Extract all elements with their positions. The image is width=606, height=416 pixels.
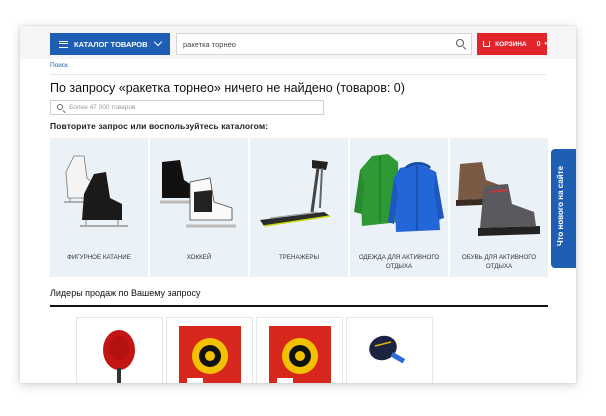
category-label: Хоккей <box>186 254 212 261</box>
figure-skates-image <box>64 155 128 227</box>
category-label: Тренажеры <box>278 254 320 261</box>
page-title: По запросу «ракетка торнео» ничего не на… <box>50 81 405 95</box>
product-card[interactable] <box>166 317 253 383</box>
divider <box>50 305 548 307</box>
catalog-button[interactable]: КАТАЛОГ ТОВАРОВ <box>50 33 170 55</box>
jackets-image <box>354 154 444 232</box>
search-icon[interactable] <box>456 39 464 47</box>
treadmill-image <box>260 160 331 227</box>
category-outdoor-clothing[interactable]: Одежда для активного отдыха <box>350 138 448 277</box>
whats-new-label: Что нового на сайте <box>556 165 565 247</box>
product-card[interactable] <box>76 317 163 383</box>
breadcrumb[interactable]: Поиск <box>50 62 68 69</box>
racket-rubber-pack-image <box>269 326 331 383</box>
results-search-placeholder: Более 47 000 товаров <box>69 104 136 111</box>
category-outdoor-footwear[interactable]: Обувь для активного отдыха <box>450 138 548 277</box>
cart-caret-icon: ▾ <box>544 41 547 47</box>
suggestion-text: Повторите запрос или воспользуйтесь ката… <box>50 121 269 131</box>
cart-label: КОРЗИНА <box>495 40 527 48</box>
product-list <box>76 317 433 383</box>
product-card[interactable] <box>346 317 433 383</box>
category-label: Фигурное катание <box>67 254 131 261</box>
product-card[interactable] <box>256 317 343 383</box>
cart-icon <box>483 41 491 47</box>
results-search-input[interactable]: Более 47 000 товаров <box>50 100 324 115</box>
category-label: Обувь для активного отдыха <box>461 254 537 270</box>
site-search-input[interactable]: ракетка торнео <box>176 33 472 55</box>
blue-table-tennis-racket-image <box>369 335 406 364</box>
menu-icon <box>59 40 68 48</box>
cart-button[interactable]: КОРЗИНА 0 ▾ <box>477 33 547 55</box>
category-figure-skating[interactable]: Фигурное катание <box>50 138 148 277</box>
category-hockey[interactable]: Хоккей <box>150 138 248 277</box>
site-search-value: ракетка торнео <box>183 39 236 49</box>
divider <box>50 74 546 75</box>
category-grid: Фигурное катание Хоккей Тренаже <box>50 138 548 277</box>
bestsellers-title: Лидеры продаж по Вашему запросу <box>50 288 201 298</box>
category-label: Одежда для активного отдыха <box>358 254 440 270</box>
search-icon <box>57 104 63 110</box>
hockey-skates-image <box>160 160 236 228</box>
chevron-down-icon <box>153 37 163 47</box>
browser-page: КАТАЛОГ ТОВАРОВ ракетка торнео КОРЗИНА 0… <box>20 26 576 383</box>
whats-new-tab[interactable]: Что нового на сайте <box>551 149 576 268</box>
hiking-boots-image <box>456 162 540 236</box>
cart-count: 0 <box>536 40 541 48</box>
red-table-tennis-racket-image <box>103 330 135 383</box>
category-treadmills[interactable]: Тренажеры <box>250 138 348 277</box>
racket-rubber-pack-image <box>179 326 241 383</box>
catalog-button-label: КАТАЛОГ ТОВАРОВ <box>74 39 148 49</box>
site-header: КАТАЛОГ ТОВАРОВ ракетка торнео КОРЗИНА 0… <box>20 26 576 59</box>
